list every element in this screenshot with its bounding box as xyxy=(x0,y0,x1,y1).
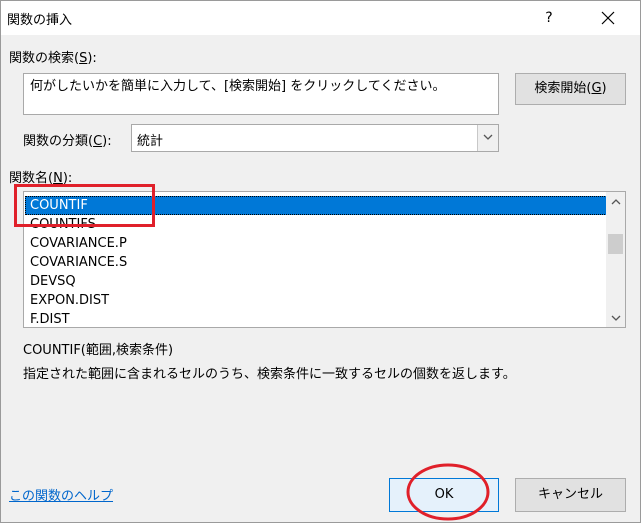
function-list-items: COUNTIF COUNTIFS COVARIANCE.P COVARIANCE.S D… xyxy=(25,196,607,327)
function-list[interactable]: COUNTIF COUNTIFS COVARIANCE.P COVARIANCE.S D… xyxy=(23,191,626,328)
function-list-scrollbar[interactable] xyxy=(606,192,625,327)
search-start-button[interactable]: 検索開始(G) xyxy=(515,73,626,105)
title-bar: 関数の挿入 ? xyxy=(1,1,640,35)
chevron-up-icon xyxy=(611,199,620,205)
help-button[interactable]: ? xyxy=(537,7,561,29)
scroll-thumb[interactable] xyxy=(608,234,623,254)
function-list-item[interactable]: COVARIANCE.P xyxy=(25,234,607,253)
cancel-button[interactable]: キャンセル xyxy=(515,478,626,512)
scroll-up-button[interactable] xyxy=(606,192,625,210)
function-syntax: COUNTIF(範囲,検索条件) xyxy=(23,343,174,358)
function-description: 指定された範囲に含まれるセルのうち、検索条件に一致するセルの個数を返します。 xyxy=(23,367,516,382)
ok-button[interactable]: OK xyxy=(389,478,499,512)
function-list-item[interactable]: F.DIST xyxy=(25,310,607,327)
category-select[interactable]: 統計 xyxy=(131,124,499,152)
category-label: 関数の分類(C): xyxy=(23,134,112,149)
category-dropdown-button[interactable] xyxy=(477,125,498,151)
search-input[interactable]: 何がしたいかを簡単に入力して、[検索開始] をクリックしてください。 xyxy=(23,73,499,115)
chevron-down-icon xyxy=(611,315,620,321)
close-icon xyxy=(601,11,615,25)
chevron-down-icon xyxy=(483,134,493,140)
category-value: 統計 xyxy=(137,134,164,149)
close-button[interactable] xyxy=(593,5,623,31)
scroll-down-button[interactable] xyxy=(606,309,625,327)
function-list-item[interactable]: COUNTIF xyxy=(25,196,607,215)
function-help-link[interactable]: この関数のヘルプ xyxy=(9,485,113,504)
function-list-item[interactable]: EXPON.DIST xyxy=(25,291,607,310)
function-list-item[interactable]: COUNTIFS xyxy=(25,215,607,234)
search-label: 関数の検索(S): xyxy=(9,51,97,66)
dialog-title: 関数の挿入 xyxy=(7,13,73,28)
function-list-item[interactable]: COVARIANCE.S xyxy=(25,253,607,272)
insert-function-dialog: 関数の挿入 ? 関数の検索(S): 何がしたいかを簡単に入力して、[検索開始] … xyxy=(0,0,641,523)
function-list-item[interactable]: DEVSQ xyxy=(25,272,607,291)
function-list-label: 関数名(N): xyxy=(9,171,73,186)
